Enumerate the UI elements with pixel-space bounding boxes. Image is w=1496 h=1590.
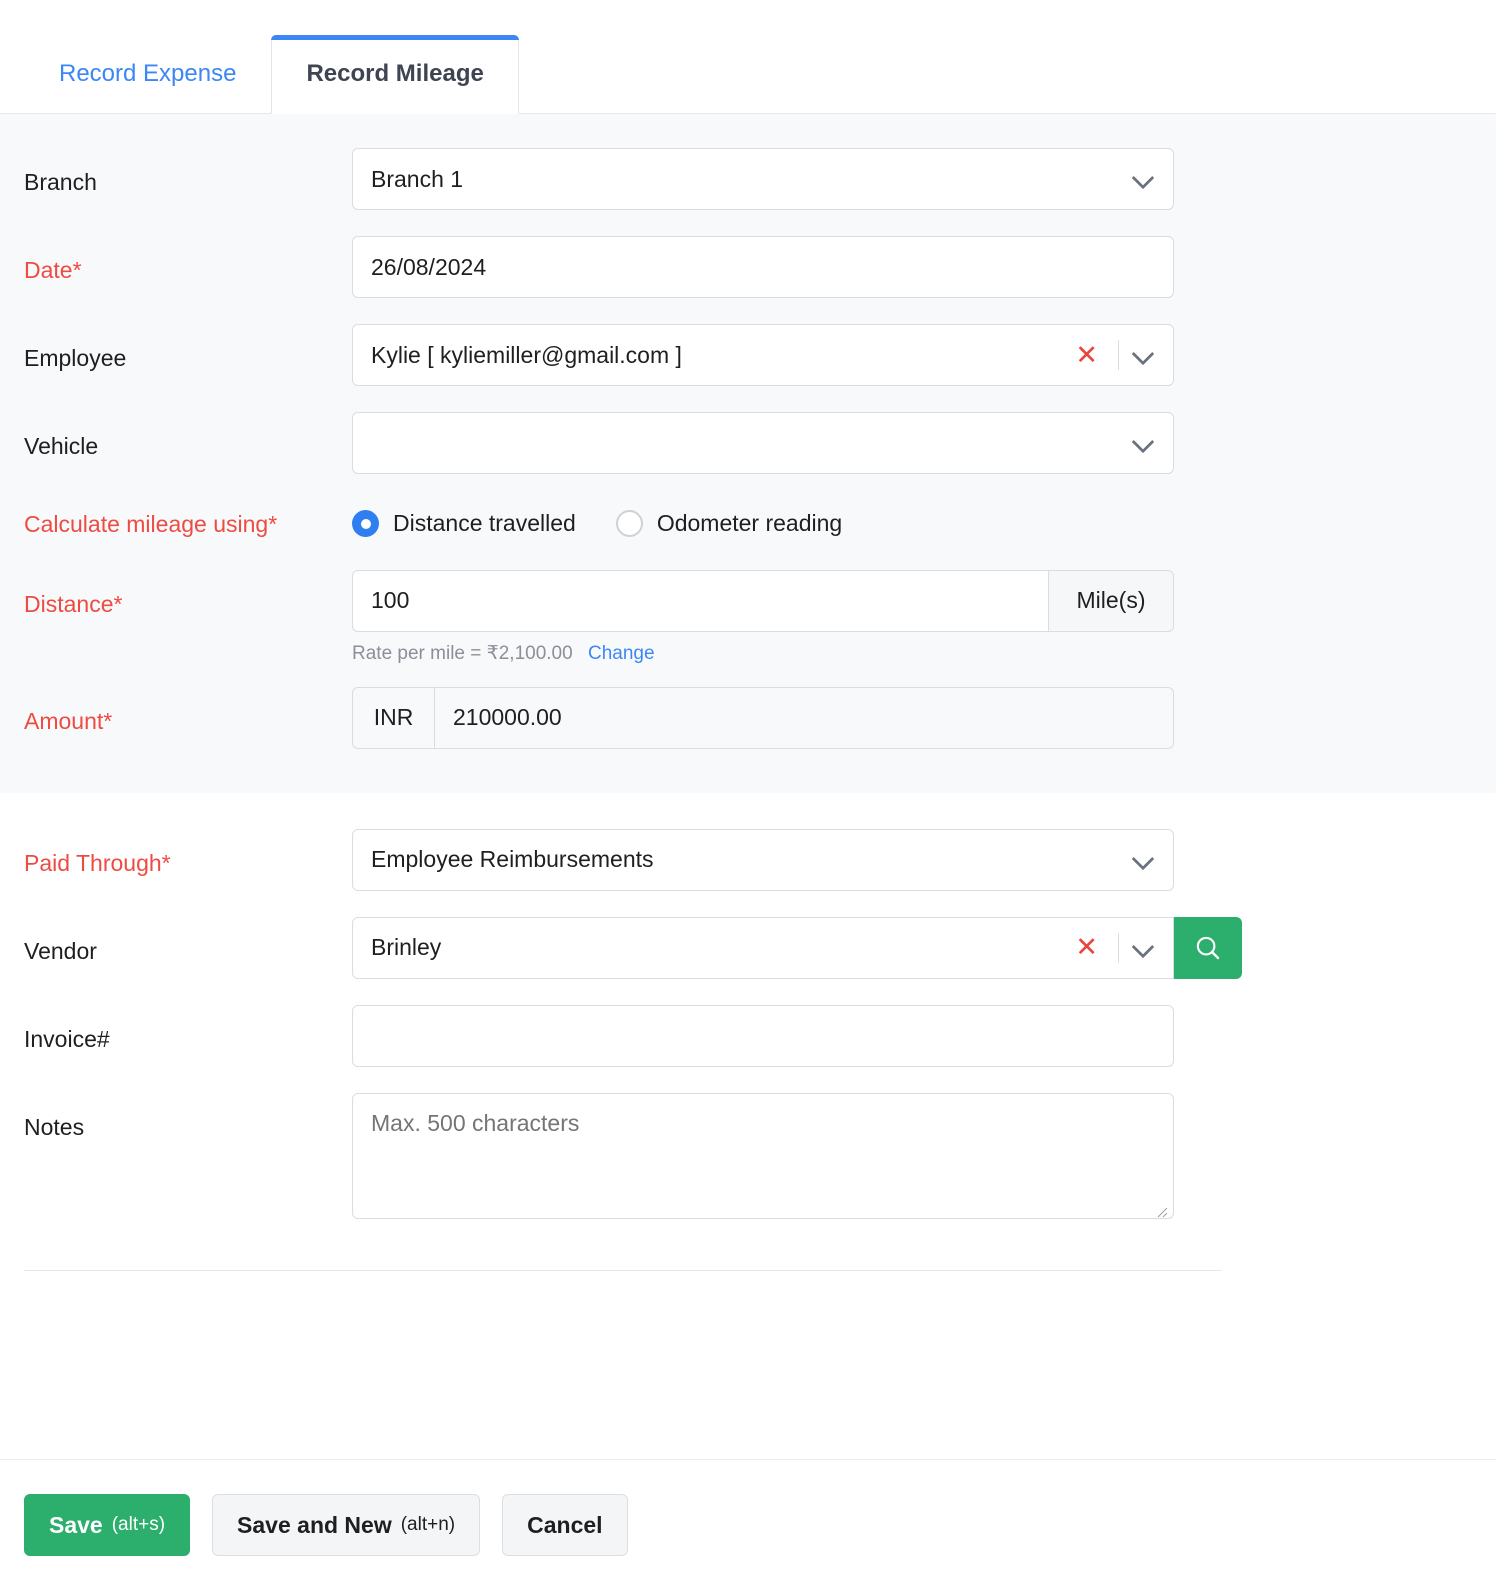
amount-label: Amount* <box>0 687 352 741</box>
employee-label: Employee <box>0 324 352 378</box>
clear-icon[interactable]: ✕ <box>1071 934 1102 961</box>
vehicle-field <box>352 412 1174 474</box>
save-and-new-button[interactable]: Save and New (alt+n) <box>212 1494 480 1556</box>
radio-odometer-reading-label: Odometer reading <box>657 510 842 537</box>
paid-through-select[interactable]: Employee Reimbursements <box>352 829 1174 891</box>
invoice-label: Invoice# <box>0 1005 352 1059</box>
employee-value: Kylie [ kyliemiller@gmail.com ] <box>371 342 1071 369</box>
calculate-mileage-label: Calculate mileage using* <box>0 500 352 544</box>
employee-row: Employee Kylie [ kyliemiller@gmail.com ]… <box>0 324 1496 386</box>
section-divider <box>24 1270 1222 1271</box>
distance-row: Distance* 100 Mile(s) Rate per mile = ₹2… <box>0 570 1496 665</box>
notes-input[interactable] <box>352 1093 1174 1219</box>
radio-distance-travelled[interactable]: Distance travelled <box>352 510 576 537</box>
amount-input-group: INR 210000.00 <box>352 687 1174 749</box>
calculate-mileage-row: Calculate mileage using* Distance travel… <box>0 500 1496 544</box>
cancel-button-label: Cancel <box>527 1512 602 1539</box>
vehicle-select[interactable] <box>352 412 1174 474</box>
radio-selected-icon <box>352 510 379 537</box>
amount-currency: INR <box>352 687 434 749</box>
paid-through-value: Employee Reimbursements <box>371 846 1133 873</box>
notes-textarea-wrapper <box>352 1093 1174 1224</box>
distance-unit: Mile(s) <box>1048 570 1174 632</box>
distance-value: 100 <box>371 587 409 614</box>
branch-label: Branch <box>0 148 352 202</box>
separator <box>1118 340 1119 370</box>
amount-input[interactable]: 210000.00 <box>434 687 1174 749</box>
paid-through-field: Employee Reimbursements <box>352 829 1174 891</box>
action-footer: Save (alt+s) Save and New (alt+n) Cancel <box>0 1459 1496 1590</box>
mileage-details-section: Branch Branch 1 Date* 26/08/2024 Employe… <box>0 114 1496 793</box>
notes-label: Notes <box>0 1093 352 1147</box>
vendor-input-group: Brinley ✕ <box>352 917 1242 979</box>
clear-icon[interactable]: ✕ <box>1071 342 1102 369</box>
date-input[interactable]: 26/08/2024 <box>352 236 1174 298</box>
save-button-label: Save <box>49 1512 103 1539</box>
distance-input-group: 100 Mile(s) <box>352 570 1174 632</box>
branch-value: Branch 1 <box>371 166 1133 193</box>
radio-unselected-icon <box>616 510 643 537</box>
invoice-row: Invoice# <box>0 1005 1496 1067</box>
branch-row: Branch Branch 1 <box>0 148 1496 210</box>
employee-field: Kylie [ kyliemiller@gmail.com ] ✕ <box>352 324 1174 386</box>
rate-hint: Rate per mile = ₹2,100.00 Change <box>352 642 1174 665</box>
amount-value: 210000.00 <box>453 704 562 731</box>
date-value: 26/08/2024 <box>371 254 1155 281</box>
amount-row: Amount* INR 210000.00 <box>0 687 1496 749</box>
tab-record-expense-label: Record Expense <box>59 60 236 87</box>
notes-field <box>352 1093 1174 1224</box>
radio-distance-travelled-label: Distance travelled <box>393 510 576 537</box>
vehicle-row: Vehicle <box>0 412 1496 474</box>
distance-label: Distance* <box>0 570 352 624</box>
separator <box>1118 933 1119 963</box>
date-row: Date* 26/08/2024 <box>0 236 1496 298</box>
cancel-button[interactable]: Cancel <box>502 1494 627 1556</box>
tab-record-mileage[interactable]: Record Mileage <box>271 35 518 114</box>
vendor-select[interactable]: Brinley ✕ <box>352 917 1174 979</box>
vendor-row: Vendor Brinley ✕ <box>0 917 1496 979</box>
vehicle-label: Vehicle <box>0 412 352 466</box>
search-icon <box>1193 933 1223 963</box>
date-label: Date* <box>0 236 352 290</box>
invoice-input[interactable] <box>352 1005 1174 1067</box>
distance-input[interactable]: 100 <box>352 570 1048 632</box>
vendor-search-button[interactable] <box>1174 917 1242 979</box>
change-rate-link[interactable]: Change <box>588 643 655 664</box>
distance-field: 100 Mile(s) Rate per mile = ₹2,100.00 Ch… <box>352 570 1174 665</box>
save-button-shortcut: (alt+s) <box>112 1514 165 1536</box>
payment-details-section: Paid Through* Employee Reimbursements Ve… <box>0 793 1496 1301</box>
record-mileage-page: Record Expense Record Mileage Branch Bra… <box>0 0 1496 1590</box>
tab-record-mileage-label: Record Mileage <box>306 60 483 87</box>
tab-bar: Record Expense Record Mileage <box>0 0 1496 114</box>
chevron-down-icon <box>1133 168 1155 190</box>
vendor-label: Vendor <box>0 917 352 971</box>
amount-field: INR 210000.00 <box>352 687 1174 749</box>
notes-row: Notes <box>0 1093 1496 1224</box>
vendor-value: Brinley <box>371 934 1071 961</box>
paid-through-label: Paid Through* <box>0 829 352 883</box>
calculate-mileage-field: Distance travelled Odometer reading <box>352 500 1174 537</box>
chevron-down-icon <box>1133 344 1155 366</box>
radio-odometer-reading[interactable]: Odometer reading <box>616 510 842 537</box>
invoice-field <box>352 1005 1174 1067</box>
branch-select[interactable]: Branch 1 <box>352 148 1174 210</box>
branch-field: Branch 1 <box>352 148 1174 210</box>
date-field: 26/08/2024 <box>352 236 1174 298</box>
paid-through-row: Paid Through* Employee Reimbursements <box>0 829 1496 891</box>
save-and-new-button-shortcut: (alt+n) <box>401 1514 455 1536</box>
chevron-down-icon <box>1133 937 1155 959</box>
vendor-field: Brinley ✕ <box>352 917 1242 979</box>
save-button[interactable]: Save (alt+s) <box>24 1494 190 1556</box>
chevron-down-icon <box>1133 432 1155 454</box>
calculate-mileage-radio-group: Distance travelled Odometer reading <box>352 500 1174 537</box>
employee-select[interactable]: Kylie [ kyliemiller@gmail.com ] ✕ <box>352 324 1174 386</box>
rate-hint-text: Rate per mile = ₹2,100.00 <box>352 643 573 664</box>
chevron-down-icon <box>1133 849 1155 871</box>
save-and-new-button-label: Save and New <box>237 1512 392 1539</box>
tab-record-expense[interactable]: Record Expense <box>24 35 271 113</box>
